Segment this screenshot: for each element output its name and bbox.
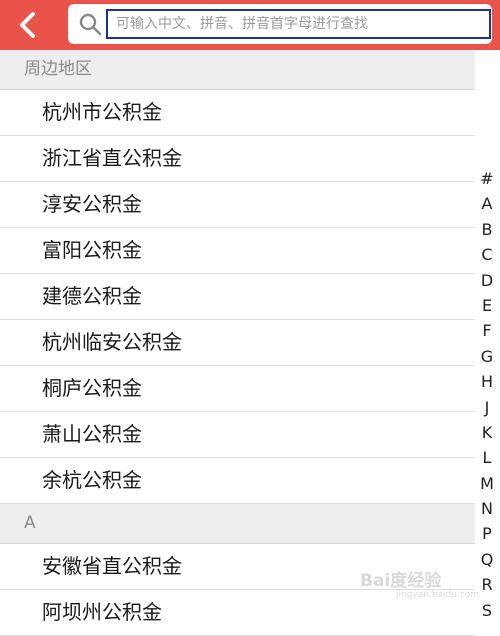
section-header-a: A xyxy=(0,504,475,544)
index-letter[interactable]: R xyxy=(474,572,500,597)
index-letter[interactable]: L xyxy=(474,445,500,470)
index-letter[interactable]: D xyxy=(474,268,500,293)
list-item[interactable]: 安徽省直公积金 xyxy=(0,544,475,590)
alphabet-index-bar[interactable]: # A B C D E F G H J K L M N P Q R S xyxy=(474,166,500,623)
list-item[interactable]: 萧山公积金 xyxy=(0,412,475,458)
index-letter[interactable]: Q xyxy=(474,547,500,572)
index-letter[interactable]: P xyxy=(474,521,500,546)
search-box[interactable] xyxy=(68,4,492,44)
index-letter[interactable]: K xyxy=(474,420,500,445)
top-bar xyxy=(0,0,500,50)
index-letter[interactable]: M xyxy=(474,471,500,496)
list-item[interactable]: 建德公积金 xyxy=(0,274,475,320)
index-letter[interactable]: E xyxy=(474,293,500,318)
list-item[interactable]: 杭州临安公积金 xyxy=(0,320,475,366)
index-letter[interactable]: A xyxy=(474,191,500,216)
list-item[interactable]: 富阳公积金 xyxy=(0,228,475,274)
index-letter[interactable]: F xyxy=(474,318,500,343)
index-letter[interactable]: N xyxy=(474,496,500,521)
chevron-left-icon xyxy=(20,12,35,38)
list-item[interactable]: 余杭公积金 xyxy=(0,458,475,504)
section-header-nearby: 周边地区 xyxy=(0,50,475,90)
search-input[interactable] xyxy=(106,9,491,39)
back-button[interactable] xyxy=(12,8,46,42)
list-item[interactable]: 淳安公积金 xyxy=(0,182,475,228)
city-list[interactable]: 周边地区 杭州市公积金 浙江省直公积金 淳安公积金 富阳公积金 建德公积金 杭州… xyxy=(0,50,475,636)
index-letter[interactable]: H xyxy=(474,369,500,394)
index-letter[interactable]: # xyxy=(474,166,500,191)
index-letter[interactable]: G xyxy=(474,344,500,369)
index-letter[interactable]: B xyxy=(474,217,500,242)
search-icon xyxy=(79,13,102,36)
index-letter[interactable]: S xyxy=(474,598,500,623)
list-item[interactable]: 阿坝州公积金 xyxy=(0,590,475,636)
list-item[interactable]: 桐庐公积金 xyxy=(0,366,475,412)
index-letter[interactable]: J xyxy=(474,395,500,420)
list-item[interactable]: 杭州市公积金 xyxy=(0,90,475,136)
index-letter[interactable]: C xyxy=(474,242,500,267)
list-item[interactable]: 浙江省直公积金 xyxy=(0,136,475,182)
